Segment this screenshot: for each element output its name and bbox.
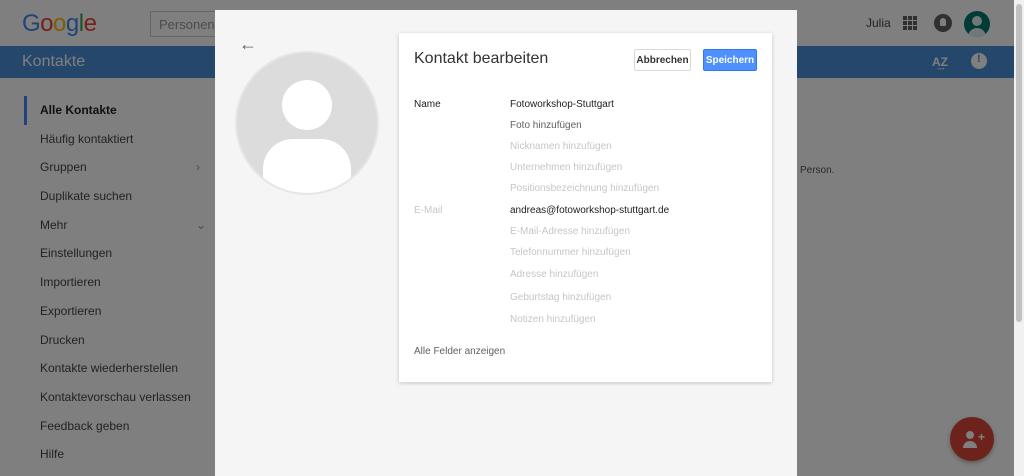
job-title-field[interactable]: Positionsbezeichnung hinzufügen [510, 183, 659, 194]
contact-photo-placeholder[interactable] [237, 53, 377, 193]
address-field[interactable]: Adresse hinzufügen [510, 269, 598, 280]
add-email-field[interactable]: E-Mail-Adresse hinzufügen [510, 226, 630, 237]
avatar-head [282, 80, 332, 130]
name-label: Name [414, 99, 441, 110]
dialog-title: Kontakt bearbeiten [414, 50, 549, 67]
email-label: E-Mail [414, 205, 443, 216]
back-arrow-icon[interactable]: ← [239, 34, 259, 54]
company-field[interactable]: Unternehmen hinzufügen [510, 162, 622, 173]
avatar-body [263, 139, 351, 193]
cancel-button[interactable]: Abbrechen [634, 49, 691, 71]
add-photo-link[interactable]: Foto hinzufügen [510, 120, 582, 131]
phone-field[interactable]: Telefonnummer hinzufügen [510, 247, 631, 258]
email-field[interactable]: andreas@fotoworkshop-stuttgart.de [510, 205, 669, 216]
show-all-fields-link[interactable]: Alle Felder anzeigen [414, 346, 505, 357]
edit-contact-card: Kontakt bearbeiten Abbrechen Speichern N… [399, 33, 772, 382]
nickname-field[interactable]: Nicknamen hinzufügen [510, 141, 612, 152]
edit-contact-panel: ← Kontakt bearbeiten Abbrechen Speichern… [215, 10, 797, 476]
name-field[interactable]: Fotoworkshop-Stuttgart [510, 99, 614, 110]
save-button[interactable]: Speichern [703, 49, 757, 71]
notes-field[interactable]: Notizen hinzufügen [510, 314, 596, 325]
scrollbar-thumb[interactable] [1016, 4, 1022, 322]
birthday-field[interactable]: Geburtstag hinzufügen [510, 292, 611, 303]
